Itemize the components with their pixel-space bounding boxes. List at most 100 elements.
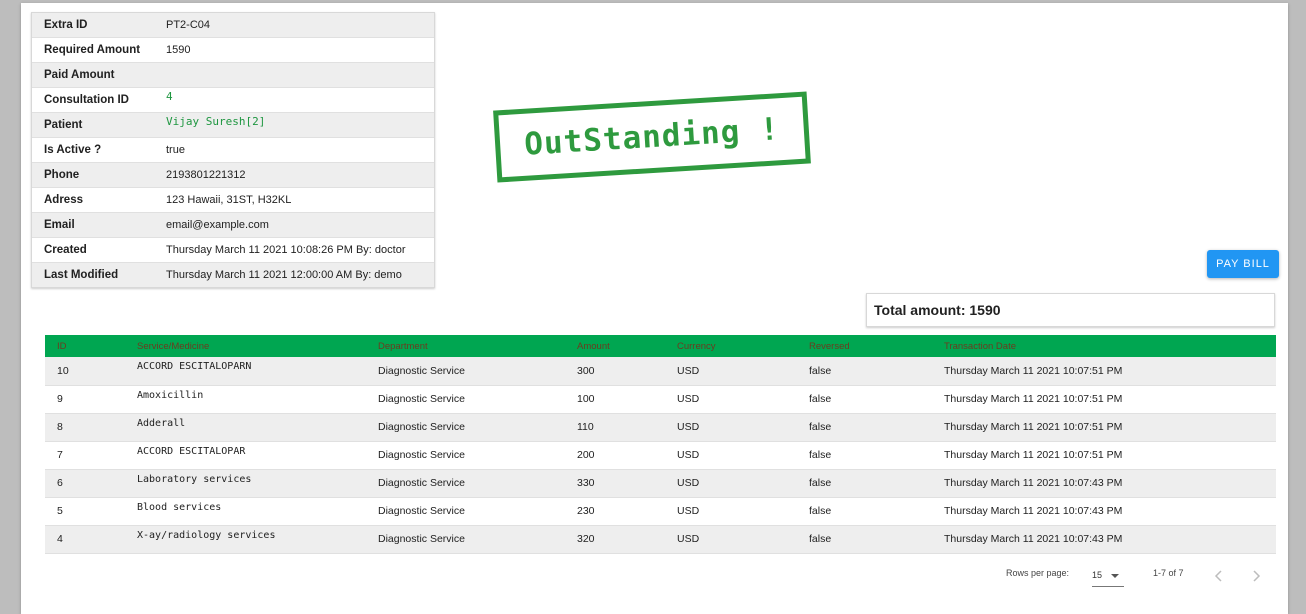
cell-amount: 200 (577, 449, 595, 461)
cell-id: 6 (57, 477, 63, 489)
table-row[interactable]: 8 Adderall Diagnostic Service 110 USD false Th… (45, 413, 1276, 441)
stamp-text: OutStanding ! (523, 111, 781, 163)
info-row-paid-amount: Paid Amount (32, 63, 434, 88)
consultation-link[interactable]: 4 (164, 90, 434, 103)
info-row-consultation-id: Consultation ID 4 (32, 88, 434, 113)
cell-id: 8 (57, 421, 63, 433)
column-header-department[interactable]: Department (378, 335, 577, 357)
cell-department: Diagnostic Service (378, 449, 465, 461)
info-value: 2193801221312 (166, 169, 246, 181)
cell-reversed: false (809, 364, 832, 377)
cell-service: X-ay/radiology services (137, 529, 276, 541)
cell-reversed: false (809, 533, 832, 545)
cell-id: 7 (57, 449, 63, 461)
table-row[interactable]: 4 X-ay/radiology services Diagnostic Servi… (45, 525, 1276, 553)
info-row-last-modified: Last Modified Thursday March 11 2021 12:… (32, 263, 434, 287)
info-row-email: Email email@example.com (32, 213, 434, 238)
bill-info-table: Extra ID PT2-C04 Required Amount 1590 Pa… (31, 12, 435, 288)
cell-amount: 330 (577, 477, 595, 489)
table-row[interactable]: 5 Blood services Diagnostic Service 230 USD f… (45, 497, 1276, 525)
cell-transaction-date: Thursday March 11 2021 10:07:43 PM (944, 505, 1123, 517)
info-label: Required Amount (44, 44, 141, 56)
cell-department: Diagnostic Service (378, 477, 465, 489)
total-amount: Total amount: 1590 (866, 293, 1275, 327)
cell-currency: USD (677, 505, 700, 517)
table-header-row: ID Service/Medicine Department Amount Cu… (45, 335, 1276, 357)
cell-amount: 320 (577, 533, 595, 545)
patient-link[interactable]: Vijay Suresh[2] (164, 115, 434, 128)
cell-service: Laboratory services (137, 473, 252, 485)
rows-per-page-label: Rows per page: (1006, 568, 1070, 578)
column-header-service[interactable]: Service/Medicine (137, 335, 378, 357)
cell-service: ACCORD ESCITALOPARN (137, 361, 252, 372)
table-row[interactable]: 6 Laboratory services Diagnostic Service 33… (45, 469, 1276, 497)
info-label: Patient (44, 119, 83, 131)
cell-amount: 300 (577, 364, 595, 377)
next-page-button[interactable] (1246, 566, 1266, 586)
info-value: true (166, 144, 185, 156)
table-row[interactable]: 9 Amoxicillin Diagnostic Service 100 USD fals… (45, 385, 1276, 413)
cell-reversed: false (809, 505, 832, 517)
previous-page-button[interactable] (1209, 566, 1229, 586)
cell-transaction-date: Thursday March 11 2021 10:07:51 PM (944, 421, 1123, 433)
cell-department: Diagnostic Service (378, 505, 465, 517)
info-value: Thursday March 11 2021 10:08:26 PM By: d… (166, 244, 406, 256)
pagination-range: 1-7 of 7 (1153, 568, 1184, 578)
cell-transaction-date: Thursday March 11 2021 10:07:43 PM (944, 533, 1123, 545)
cell-service: Amoxicillin (137, 389, 204, 401)
cell-department: Diagnostic Service (378, 533, 465, 545)
cell-reversed: false (809, 421, 832, 433)
column-header-id[interactable]: ID (45, 335, 137, 357)
cell-currency: USD (677, 477, 700, 489)
cell-currency: USD (677, 449, 700, 461)
cell-department: Diagnostic Service (378, 393, 465, 405)
info-value: Thursday March 11 2021 12:00:00 AM By: d… (166, 269, 402, 281)
pay-bill-button[interactable]: PAY BILL (1207, 250, 1279, 278)
info-label: Adress (44, 194, 83, 206)
info-label: Consultation ID (44, 94, 129, 106)
info-label: Last Modified (44, 269, 119, 281)
cell-amount: 110 (577, 421, 594, 433)
info-label: Created (44, 244, 87, 256)
cell-reversed: false (809, 449, 832, 461)
bill-card: Extra ID PT2-C04 Required Amount 1590 Pa… (21, 3, 1288, 614)
info-value: 1590 (166, 44, 191, 56)
info-label: Paid Amount (44, 69, 115, 81)
cell-id: 10 (57, 364, 69, 377)
table-row[interactable]: 10 ACCORD ESCITALOPARN Diagnostic Service 3… (45, 357, 1276, 385)
cell-currency: USD (677, 364, 700, 377)
cell-reversed: false (809, 477, 832, 489)
info-value: email@example.com (166, 219, 269, 231)
info-row-address: Adress 123 Hawaii, 31ST, H32KL (32, 188, 434, 213)
outstanding-stamp: OutStanding ! (493, 91, 811, 183)
cell-department: Diagnostic Service (378, 421, 465, 433)
info-row-created: Created Thursday March 11 2021 10:08:26 … (32, 238, 434, 263)
info-label: Extra ID (44, 19, 88, 31)
info-value: 123 Hawaii, 31ST, H32KL (166, 194, 292, 206)
info-row-phone: Phone 2193801221312 (32, 163, 434, 188)
cell-service: Blood services (137, 501, 222, 513)
column-header-transaction-date[interactable]: Transaction Date (944, 335, 1276, 357)
info-label: Phone (44, 169, 80, 181)
info-label: Email (44, 219, 75, 231)
cell-currency: USD (677, 533, 700, 545)
column-header-amount[interactable]: Amount (577, 335, 677, 357)
chevron-left-icon (1214, 570, 1222, 582)
column-header-currency[interactable]: Currency (677, 335, 809, 357)
cell-transaction-date: Thursday March 11 2021 10:07:43 PM (944, 477, 1123, 489)
table-row[interactable]: 7 ACCORD ESCITALOPAR Diagnostic Service 200… (45, 441, 1276, 469)
cell-service: Adderall (137, 417, 186, 429)
info-row-required-amount: Required Amount 1590 (32, 38, 434, 63)
cell-transaction-date: Thursday March 11 2021 10:07:51 PM (944, 364, 1123, 377)
cell-id: 5 (57, 505, 63, 517)
transactions-table: ID Service/Medicine Department Amount Cu… (45, 335, 1276, 554)
rows-per-page-select[interactable]: 15 (1092, 565, 1124, 587)
info-label: Is Active ? (44, 144, 102, 156)
table-body: 10 ACCORD ESCITALOPARN Diagnostic Service 3… (45, 357, 1276, 553)
cell-currency: USD (677, 421, 700, 433)
info-value: PT2-C04 (166, 19, 211, 31)
cell-reversed: false (809, 393, 832, 405)
column-header-reversed[interactable]: Reversed (809, 335, 944, 357)
info-row-patient: Patient Vijay Suresh[2] (32, 113, 434, 138)
cell-department: Diagnostic Service (378, 364, 465, 377)
